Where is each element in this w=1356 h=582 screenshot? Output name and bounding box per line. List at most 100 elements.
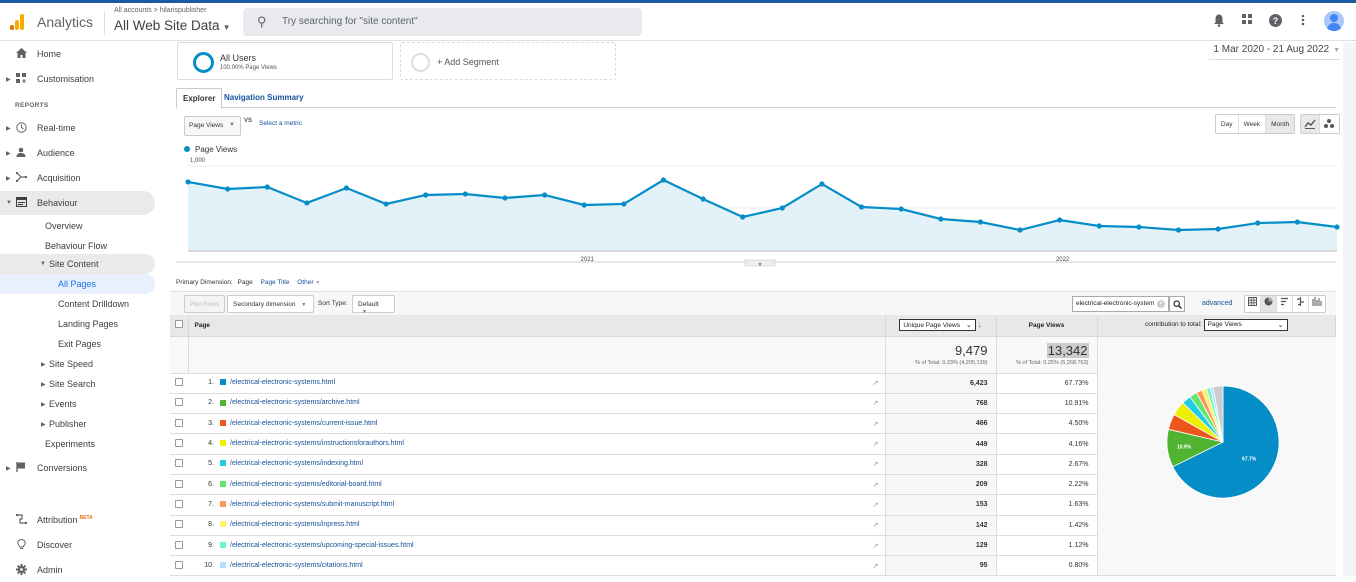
metric-select[interactable]: Page Views ▼ bbox=[184, 116, 241, 136]
line-chart-icon[interactable] bbox=[1301, 115, 1320, 133]
sidebar-item-exit-pages[interactable]: Exit Pages bbox=[0, 334, 155, 354]
segment-all-users[interactable]: All Users 100.00% Page Views bbox=[177, 42, 393, 80]
performance-view-icon[interactable] bbox=[1277, 296, 1293, 312]
data-table-view-icon[interactable] bbox=[1245, 296, 1261, 312]
clear-icon[interactable]: × bbox=[1157, 300, 1165, 308]
page-link[interactable]: /electrical-electronic-systems/current-i… bbox=[230, 420, 377, 427]
unique-page-views-select[interactable]: Unique Page Views ⌄ bbox=[899, 319, 976, 332]
more-vert-icon[interactable] bbox=[1296, 14, 1310, 28]
secondary-dimension-select[interactable]: Secondary dimension ▼ bbox=[227, 295, 314, 313]
bell-icon[interactable] bbox=[1212, 14, 1226, 28]
page-link[interactable]: /electrical-electronic-systems/citations… bbox=[230, 562, 363, 569]
sidebar-item-label: Attribution bbox=[37, 515, 78, 525]
account-avatar[interactable] bbox=[1324, 11, 1344, 31]
sidebar-item-site-speed[interactable]: ▶ Site Speed bbox=[0, 354, 155, 374]
filter-search-button[interactable] bbox=[1169, 296, 1185, 312]
pie-view-icon[interactable] bbox=[1261, 296, 1277, 312]
select-all-checkbox[interactable] bbox=[174, 320, 183, 329]
analytics-logo-icon[interactable] bbox=[10, 14, 26, 30]
account-breadcrumb[interactable]: All accounts > hilarispublisher bbox=[114, 7, 206, 14]
term-cloud-view-icon[interactable] bbox=[1309, 296, 1325, 312]
open-page-icon[interactable]: ↗ bbox=[873, 501, 879, 509]
table-filter-input[interactable]: electrical-electronic-system × bbox=[1072, 296, 1169, 312]
sidebar-item-content-drilldown[interactable]: Content Drilldown bbox=[0, 294, 155, 314]
tab-explorer[interactable]: Explorer bbox=[176, 88, 223, 109]
sidebar-item-audience[interactable]: ▶ Audience bbox=[0, 141, 155, 165]
page-link[interactable]: /electrical-electronic-systems/inpress.h… bbox=[230, 521, 360, 528]
sidebar-item-home[interactable]: Home bbox=[0, 42, 155, 66]
page-link[interactable]: /electrical-electronic-systems/editorial… bbox=[230, 481, 382, 488]
select-metric-link[interactable]: Select a metric bbox=[259, 120, 302, 127]
primary-dimension-label: Primary Dimension: bbox=[176, 279, 233, 286]
search-input[interactable]: ⚲ Try searching for "site content" bbox=[243, 8, 642, 36]
plot-rows-button[interactable]: Plot Rows bbox=[184, 295, 226, 313]
comparison-view-icon[interactable] bbox=[1293, 296, 1309, 312]
sidebar-item-attribution[interactable]: Attribution BETA bbox=[0, 508, 155, 532]
dimension-other[interactable]: Other ▼ bbox=[297, 279, 320, 286]
row-checkbox[interactable] bbox=[175, 378, 183, 387]
month-button[interactable]: Month bbox=[1266, 115, 1295, 133]
right-scrollbar[interactable] bbox=[1343, 42, 1356, 576]
dimension-page[interactable]: Page bbox=[238, 279, 253, 286]
row-checkbox[interactable] bbox=[175, 439, 183, 448]
motion-chart-icon[interactable] bbox=[1320, 115, 1339, 133]
sidebar-item-conversions[interactable]: ▶ Conversions bbox=[0, 456, 155, 480]
unique-page-views-header[interactable]: Unique Page Views ⌄ ↓ bbox=[884, 315, 997, 337]
apps-icon[interactable] bbox=[1240, 14, 1254, 28]
advanced-filter-link[interactable]: advanced bbox=[1202, 300, 1232, 307]
sidebar-item-events[interactable]: ▶ Events bbox=[0, 394, 155, 414]
sort-type-select[interactable]: Default ▼ bbox=[352, 295, 395, 315]
sidebar-item-publisher[interactable]: ▶ Publisher bbox=[0, 414, 155, 434]
open-page-icon[interactable]: ↗ bbox=[873, 379, 879, 387]
page-link[interactable]: /electrical-electronic-systems/instructi… bbox=[230, 440, 404, 447]
sidebar-item-customisation[interactable]: ▶ Customisation bbox=[0, 67, 155, 91]
open-page-icon[interactable]: ↗ bbox=[873, 562, 879, 570]
sidebar-item-acquisition[interactable]: ▶ Acquisition bbox=[0, 166, 155, 190]
row-checkbox[interactable] bbox=[175, 479, 183, 488]
page-link[interactable]: /electrical-electronic-systems.html bbox=[230, 379, 335, 386]
sidebar-item-realtime[interactable]: ▶ Real-time bbox=[0, 116, 155, 140]
row-checkbox[interactable] bbox=[175, 459, 183, 468]
sidebar-item-site-search[interactable]: ▶ Site Search bbox=[0, 374, 155, 394]
sidebar-item-label: Content Drilldown bbox=[58, 299, 130, 309]
page-link[interactable]: /electrical-electronic-systems/submit-ma… bbox=[230, 501, 394, 508]
property-selector[interactable]: All Web Site Data ▼ bbox=[114, 18, 230, 33]
page-column-header[interactable]: Page bbox=[187, 315, 886, 337]
open-page-icon[interactable]: ↗ bbox=[873, 481, 879, 489]
sort-desc-icon[interactable]: ↓ bbox=[978, 320, 982, 329]
open-page-icon[interactable]: ↗ bbox=[873, 420, 879, 428]
row-checkbox[interactable] bbox=[175, 560, 183, 569]
help-icon[interactable]: ? bbox=[1268, 14, 1282, 28]
row-checkbox[interactable] bbox=[175, 499, 183, 508]
day-button[interactable]: Day bbox=[1216, 115, 1239, 133]
unique-page-views-label: Unique Page Views bbox=[903, 322, 960, 330]
table-view-toggle bbox=[1244, 295, 1326, 313]
page-link[interactable]: /electrical-electronic-systems/archive.h… bbox=[230, 399, 360, 406]
date-range-picker[interactable]: 1 Mar 2020 - 21 Aug 2022 ▼ bbox=[1209, 44, 1340, 60]
row-checkbox[interactable] bbox=[175, 398, 183, 407]
sidebar-item-landing-pages[interactable]: Landing Pages bbox=[0, 314, 155, 334]
row-checkbox[interactable] bbox=[175, 540, 183, 549]
open-page-icon[interactable]: ↗ bbox=[873, 542, 879, 550]
sidebar-item-all-pages[interactable]: All Pages bbox=[0, 274, 155, 294]
contribution-metric-select[interactable]: Page Views ⌄ bbox=[1203, 319, 1288, 332]
sidebar-item-discover[interactable]: Discover bbox=[0, 533, 155, 557]
row-checkbox[interactable] bbox=[175, 520, 183, 529]
open-page-icon[interactable]: ↗ bbox=[873, 440, 879, 448]
add-segment-button[interactable]: + Add Segment bbox=[400, 42, 616, 80]
week-button[interactable]: Week bbox=[1239, 115, 1267, 133]
sidebar-item-admin[interactable]: Admin bbox=[0, 558, 155, 582]
sidebar-item-experiments[interactable]: Experiments bbox=[0, 434, 155, 454]
page-link[interactable]: /electrical-electronic-systems/upcoming-… bbox=[230, 542, 414, 549]
tab-navigation-summary[interactable]: Navigation Summary bbox=[218, 88, 310, 108]
row-checkbox[interactable] bbox=[175, 418, 183, 427]
open-page-icon[interactable]: ↗ bbox=[873, 399, 879, 407]
open-page-icon[interactable]: ↗ bbox=[873, 521, 879, 529]
page-link[interactable]: /electrical-electronic-systems/indexing.… bbox=[230, 460, 363, 467]
add-segment-label: + Add Segment bbox=[437, 57, 499, 67]
sidebar-item-behaviour[interactable]: ▼ Behaviour bbox=[0, 191, 155, 215]
sidebar-item-site-content[interactable]: ▼ Site Content bbox=[0, 254, 155, 274]
open-page-icon[interactable]: ↗ bbox=[873, 460, 879, 468]
page-views-header[interactable]: Page Views bbox=[995, 315, 1098, 337]
dimension-page-title[interactable]: Page Title bbox=[261, 279, 290, 286]
